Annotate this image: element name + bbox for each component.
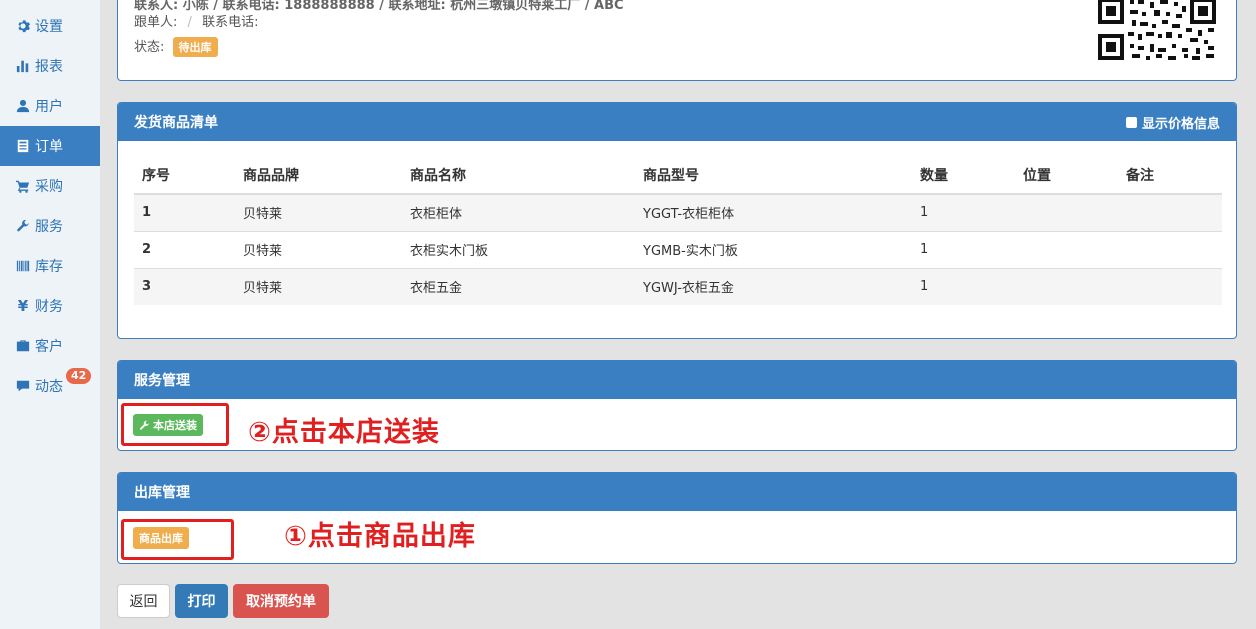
- cell-name: 衣柜实木门板: [402, 230, 635, 268]
- annotation-step-1: ①点击商品出库: [284, 521, 476, 552]
- cell-qty: 1: [912, 267, 1015, 305]
- order-info-panel: 联系人: 小陈 / 联系电话: 1888888888 / 联系地址: 杭州三墩镇…: [117, 0, 1237, 81]
- qr-code-icon: [1096, 0, 1218, 62]
- wrench-icon: [16, 219, 30, 233]
- bar-chart-icon: [16, 59, 30, 73]
- outbound-panel-title: 出库管理: [134, 485, 190, 501]
- checkbox-box[interactable]: [1125, 116, 1137, 128]
- follower-line: 跟单人: / 联系电话:: [134, 11, 258, 30]
- cell-note: [1118, 193, 1222, 231]
- sidebar-item-finance[interactable]: ¥ 财务: [0, 286, 100, 326]
- sidebar-item-label: 财务: [35, 299, 63, 315]
- column-header: 商品品牌: [235, 157, 402, 195]
- list-icon: [16, 139, 30, 153]
- barcode-icon: [16, 259, 30, 273]
- follower-label: 跟单人:: [134, 15, 178, 30]
- status-line: 状态: 待出库: [134, 36, 218, 57]
- goods-list-panel: 发货商品清单 显示价格信息 序号 商品品牌 商品名称 商品型号 数量 位置 备注…: [117, 102, 1237, 339]
- service-panel-header: 服务管理: [118, 361, 1236, 399]
- column-header: 商品名称: [402, 157, 635, 195]
- sidebar-item-label: 订单: [35, 139, 63, 155]
- sidebar: 设置 报表 用户 订单 采购 服务 库存 ¥ 财务 客户 动态 42: [0, 0, 100, 629]
- cancel-reservation-button[interactable]: 取消预约单: [233, 584, 329, 618]
- show-price-checkbox[interactable]: 显示价格信息: [1125, 113, 1220, 132]
- cell-model: YGGT-衣柜柜体: [635, 193, 912, 231]
- cell-brand: 贝特莱: [235, 193, 402, 231]
- sidebar-item-users[interactable]: 用户: [0, 86, 100, 126]
- sidebar-item-label: 动态: [35, 379, 63, 395]
- cell-model: YGWJ-衣柜五金: [635, 267, 912, 305]
- sidebar-item-label: 采购: [35, 179, 63, 195]
- goods-panel-title: 发货商品清单: [134, 115, 218, 131]
- briefcase-icon: [16, 339, 30, 353]
- sidebar-item-customers[interactable]: 客户: [0, 326, 100, 366]
- column-header: 商品型号: [635, 157, 912, 195]
- sidebar-item-label: 设置: [35, 19, 63, 35]
- outbound-panel-header: 出库管理: [118, 473, 1236, 511]
- column-header: 数量: [912, 157, 1015, 195]
- cell-location: [1015, 230, 1118, 268]
- sidebar-item-purchase[interactable]: 采购: [0, 166, 100, 206]
- cell-name: 衣柜五金: [402, 267, 635, 305]
- print-button[interactable]: 打印: [175, 584, 228, 618]
- separator: /: [187, 15, 192, 30]
- table-row: 2 贝特莱 衣柜实木门板 YGMB-实木门板 1: [134, 230, 1222, 268]
- highlight-box-outbound: [121, 519, 234, 560]
- cell-name: 衣柜柜体: [402, 193, 635, 231]
- table-row: 1 贝特莱 衣柜柜体 YGGT-衣柜柜体 1: [134, 193, 1222, 231]
- column-header: 位置: [1015, 157, 1118, 195]
- column-header: 备注: [1118, 157, 1222, 195]
- status-badge: 待出库: [172, 37, 218, 57]
- cell-model: YGMB-实木门板: [635, 230, 912, 268]
- cell-seq: 1: [134, 193, 235, 231]
- user-icon: [16, 99, 30, 113]
- goods-panel-header: 发货商品清单 显示价格信息: [118, 103, 1236, 141]
- phone-label: 联系电话:: [202, 15, 259, 30]
- comment-icon: [16, 379, 30, 393]
- sidebar-item-label: 报表: [35, 59, 63, 75]
- cell-note: [1118, 267, 1222, 305]
- cell-location: [1015, 193, 1118, 231]
- cell-seq: 2: [134, 230, 235, 268]
- cell-seq: 3: [134, 267, 235, 305]
- sidebar-item-label: 库存: [35, 259, 63, 275]
- sidebar-item-label: 服务: [35, 219, 63, 235]
- cell-brand: 贝特莱: [235, 230, 402, 268]
- sidebar-item-reports[interactable]: 报表: [0, 46, 100, 86]
- cell-note: [1118, 230, 1222, 268]
- gear-icon: [16, 19, 30, 33]
- service-panel-title: 服务管理: [134, 373, 190, 389]
- status-label: 状态:: [134, 40, 165, 55]
- sidebar-item-inventory[interactable]: 库存: [0, 246, 100, 286]
- cell-location: [1015, 267, 1118, 305]
- table-row: 3 贝特莱 衣柜五金 YGWJ-衣柜五金 1: [134, 267, 1222, 305]
- back-button[interactable]: 返回: [117, 584, 170, 618]
- annotation-step-2: ②点击本店送装: [248, 417, 440, 448]
- cart-icon: [16, 179, 30, 193]
- highlight-box-service: [121, 403, 229, 446]
- sidebar-item-activity[interactable]: 动态 42: [0, 366, 100, 406]
- sidebar-item-label: 客户: [35, 339, 63, 355]
- goods-table: 序号 商品品牌 商品名称 商品型号 数量 位置 备注 1 贝特莱 衣柜柜体 YG…: [134, 157, 1222, 305]
- sidebar-item-orders[interactable]: 订单: [0, 126, 100, 166]
- column-header: 序号: [134, 157, 235, 195]
- show-price-label: 显示价格信息: [1141, 116, 1220, 132]
- notification-badge: 42: [66, 368, 92, 384]
- cell-qty: 1: [912, 193, 1015, 231]
- cell-brand: 贝特莱: [235, 267, 402, 305]
- sidebar-item-settings[interactable]: 设置: [0, 6, 100, 46]
- sidebar-item-service[interactable]: 服务: [0, 206, 100, 246]
- sidebar-item-label: 用户: [35, 99, 63, 115]
- yen-icon: ¥: [17, 297, 29, 315]
- cell-qty: 1: [912, 230, 1015, 268]
